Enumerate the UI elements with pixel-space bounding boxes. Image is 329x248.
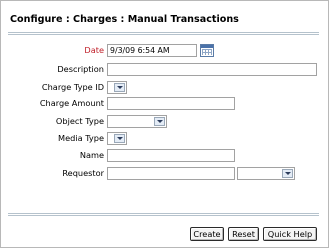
divider bbox=[8, 32, 319, 33]
divider bbox=[8, 213, 319, 214]
requestor-field[interactable] bbox=[107, 167, 235, 180]
name-field[interactable] bbox=[107, 149, 235, 162]
divider bbox=[8, 215, 319, 216]
charge-type-id-label: Charge Type ID bbox=[41, 82, 104, 92]
charge-amount-label: Charge Amount bbox=[39, 98, 104, 108]
name-label: Name bbox=[79, 150, 104, 160]
chevron-down-icon bbox=[154, 117, 165, 126]
reset-button[interactable]: Reset bbox=[228, 227, 259, 241]
create-button[interactable]: Create bbox=[190, 227, 224, 241]
media-type-label: Media Type bbox=[58, 133, 104, 143]
charge-type-id-select[interactable] bbox=[107, 81, 127, 94]
chevron-down-icon bbox=[114, 83, 125, 92]
quick-help-button[interactable]: Quick Help bbox=[263, 227, 317, 241]
requestor-label: Requestor bbox=[62, 168, 104, 178]
page-title: Configure : Charges : Manual Transaction… bbox=[10, 14, 239, 25]
chevron-down-icon bbox=[282, 169, 293, 178]
date-label: Date bbox=[84, 45, 104, 55]
object-type-select[interactable] bbox=[107, 115, 167, 128]
charge-amount-field[interactable] bbox=[107, 97, 235, 110]
chevron-down-icon bbox=[114, 134, 125, 143]
calendar-icon[interactable] bbox=[200, 44, 214, 57]
date-field[interactable]: 9/3/09 6:54 AM bbox=[107, 44, 197, 57]
divider bbox=[8, 34, 319, 35]
object-type-label: Object Type bbox=[55, 116, 104, 126]
description-label: Description bbox=[57, 64, 104, 74]
requestor-select[interactable] bbox=[237, 167, 295, 180]
media-type-select[interactable] bbox=[107, 132, 127, 145]
description-field[interactable] bbox=[107, 63, 317, 76]
